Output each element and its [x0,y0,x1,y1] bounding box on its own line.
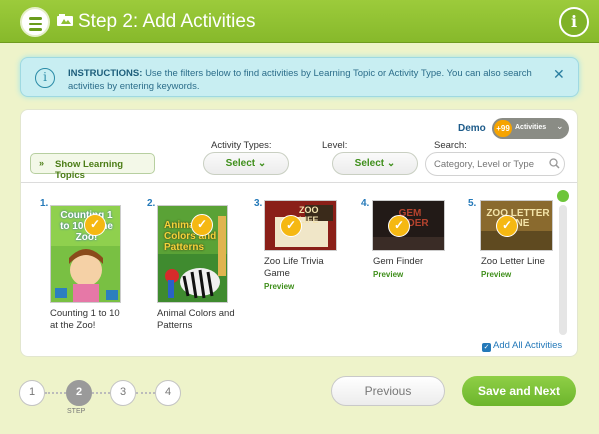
step-connector [92,392,110,394]
activity-title: Gem Finder [373,256,424,267]
activity-types-select[interactable]: Select ⌄ [203,152,289,175]
activity-title: Counting 1 to 10 at the Zoo! [50,308,120,331]
search-field[interactable] [425,152,565,176]
level-select[interactable]: Select ⌄ [332,152,418,175]
instructions-banner: i INSTRUCTIONS: Use the filters below to… [20,57,579,97]
activity-number: 3. [254,198,263,209]
level-label: Level: [322,140,348,151]
instructions-prefix: INSTRUCTIONS: [68,68,143,79]
double-chevron-down-icon: » [39,158,45,168]
demo-label: Demo [458,123,486,134]
step-1[interactable]: 1 [19,380,45,406]
add-all-label: Add All Activities [493,340,563,351]
activity-title: Animal Colors and Patterns [157,308,235,331]
info-button[interactable]: i [559,7,589,37]
preview-link[interactable]: Preview [481,270,511,279]
chevron-down-icon: ⌄ [556,121,564,131]
close-icon[interactable]: ✕ [553,66,565,83]
chevron-down-icon: ⌄ [386,158,396,169]
divider [21,182,577,183]
checkbox-checked-icon: ✓ [482,343,491,352]
activity-number: 5. [468,198,477,209]
chevron-down-icon: ⌄ [257,158,267,169]
search-input[interactable] [434,157,544,172]
preview-link[interactable]: Preview [373,270,403,279]
selected-check-icon[interactable]: ✓ [84,214,106,236]
step-4[interactable]: 4 [155,380,181,406]
activity-types-label: Activity Types: [211,140,272,151]
step-2[interactable]: 2 [66,380,92,406]
activities-panel: Demo +99 Activities ⌄ » Show Learning To… [20,109,578,357]
previous-button[interactable]: Previous [331,376,445,406]
info-icon: i [35,68,55,88]
search-label: Search: [434,140,467,151]
activity-number: 2. [147,198,156,209]
badge-count: +99 [494,120,512,137]
hamburger-icon [29,17,42,34]
level-value: Select [354,158,385,169]
menu-button[interactable] [20,7,50,37]
activity-number: 4. [361,198,370,209]
activity-number: 1. [40,198,49,209]
activity-title: Zoo Life Trivia Game [264,256,324,279]
search-icon [549,158,560,169]
step-connector [136,392,155,394]
preview-link[interactable]: Preview [264,282,294,291]
step-connector [45,392,66,394]
activities-icon [57,14,73,26]
show-topics-label: Show Learning Topics [55,159,124,181]
badge-label: Activities [515,124,547,131]
activities-badge[interactable]: +99 Activities ⌄ [492,118,569,139]
selected-check-icon[interactable]: ✓ [280,215,302,237]
save-and-next-button[interactable]: Save and Next [462,376,576,406]
step-3[interactable]: 3 [110,380,136,406]
header-bar: Step 2: Add Activities i [0,0,599,43]
selected-check-icon[interactable]: ✓ [388,215,410,237]
add-all-activities-checkbox[interactable]: ✓ Add All Activities [482,340,562,352]
selected-check-icon[interactable]: ✓ [191,214,213,236]
page-title: Step 2: Add Activities [78,11,256,32]
info-icon: i [570,12,578,31]
cover-title: ZOO LETTER LINE [486,208,550,229]
activity-title: Zoo Letter Line [481,256,545,267]
scrollbar-thumb[interactable] [557,190,569,202]
scrollbar-track[interactable] [559,205,567,335]
show-learning-topics-button[interactable]: » Show Learning Topics [30,153,155,181]
instructions-text: INSTRUCTIONS: Use the filters below to f… [68,67,548,93]
selected-check-icon[interactable]: ✓ [496,215,518,237]
step-caption: STEP [67,408,86,415]
cover-title: ZOO LIFE [299,205,319,225]
activity-types-value: Select [225,158,256,169]
